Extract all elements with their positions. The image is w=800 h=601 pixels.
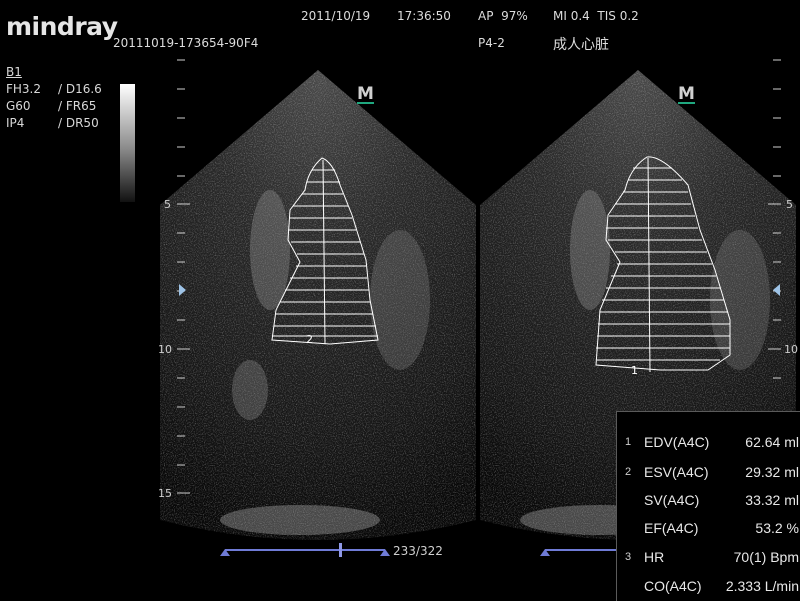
measurement-value: 2.333 L/min xyxy=(725,578,799,594)
measurement-value: 53.2 % xyxy=(755,520,799,536)
param-left: FH3.2 xyxy=(6,82,42,96)
focus-marker-left-icon[interactable] xyxy=(179,284,186,296)
cine-frame-counter: 233/322 xyxy=(393,544,443,558)
measurement-name: EDV(A4C) xyxy=(644,434,710,450)
contour-label-esv: 2 xyxy=(306,333,313,346)
param-row: IP4 / DR50 xyxy=(6,115,106,132)
exam-time: 17:36:50 xyxy=(397,9,451,23)
depth-label-10-left: 10 xyxy=(158,343,172,356)
measurement-value: 70(1) Bpm xyxy=(733,549,799,565)
measurement-name: ESV(A4C) xyxy=(644,464,709,480)
cine-bar-left[interactable] xyxy=(215,540,395,560)
measurement-name: HR xyxy=(644,549,665,565)
measurement-row: 2 ESV(A4C) 29.32 ml xyxy=(617,458,800,486)
exam-type: 成人心脏 xyxy=(553,37,609,53)
orientation-marker-left: M xyxy=(357,84,374,104)
measurement-results-panel: 1 EDV(A4C) 62.64 ml 2 ESV(A4C) 29.32 ml … xyxy=(616,411,800,601)
param-right: / D16.6 xyxy=(58,82,102,96)
measurement-index: 1 xyxy=(625,436,632,448)
acoustic-power: AP 97% xyxy=(478,9,528,23)
cine-bar-right[interactable] xyxy=(535,540,617,560)
param-right: / DR50 xyxy=(58,116,99,130)
measurement-index: 2 xyxy=(625,466,632,478)
measurement-value: 62.64 ml xyxy=(745,434,799,450)
measurement-value: 33.32 ml xyxy=(745,492,799,508)
file-id: 20111019-173654-90F4 xyxy=(113,36,259,50)
param-row: G60 / FR65 xyxy=(6,98,106,115)
measurement-row: CO(A4C) 2.333 L/min xyxy=(617,572,800,600)
measurement-row: EF(A4C) 53.2 % xyxy=(617,514,800,542)
grayscale-bar xyxy=(120,84,135,202)
mode-label: B1 xyxy=(6,65,22,79)
focus-marker-right-icon[interactable] xyxy=(773,284,780,296)
probe-name: P4-2 xyxy=(478,36,505,50)
depth-label-10-right: 10 xyxy=(784,343,798,356)
measurement-name: SV(A4C) xyxy=(644,492,700,508)
measurement-row: 3 HR 70(1) Bpm xyxy=(617,543,800,571)
depth-label-15-left: 15 xyxy=(158,487,172,500)
depth-label-5-right: 5 xyxy=(786,198,793,211)
brand-logo: mindray xyxy=(6,12,118,41)
measurement-row: 1 EDV(A4C) 62.64 ml xyxy=(617,428,800,456)
contour-label-edv: 1 xyxy=(631,364,638,377)
measurement-name: EF(A4C) xyxy=(644,520,699,536)
orientation-marker-right: M xyxy=(678,84,695,104)
param-right: / FR65 xyxy=(58,99,97,113)
param-row: FH3.2 / D16.6 xyxy=(6,81,106,98)
measurement-index: 3 xyxy=(625,551,632,563)
measurement-name: CO(A4C) xyxy=(644,578,702,594)
left-sector xyxy=(160,70,476,540)
param-left: IP4 xyxy=(6,116,25,130)
depth-label-5-left: 5 xyxy=(164,198,171,211)
param-left: G60 xyxy=(6,99,31,113)
measurement-value: 29.32 ml xyxy=(745,464,799,480)
mi-tis-readout: MI 0.4 TIS 0.2 xyxy=(553,9,639,23)
cine-position-handle xyxy=(339,543,342,557)
exam-date: 2011/10/19 xyxy=(301,9,371,23)
imaging-params: B1 FH3.2 / D16.6 G60 / FR65 IP4 / DR50 xyxy=(6,64,106,132)
measurement-row: SV(A4C) 33.32 ml xyxy=(617,486,800,514)
